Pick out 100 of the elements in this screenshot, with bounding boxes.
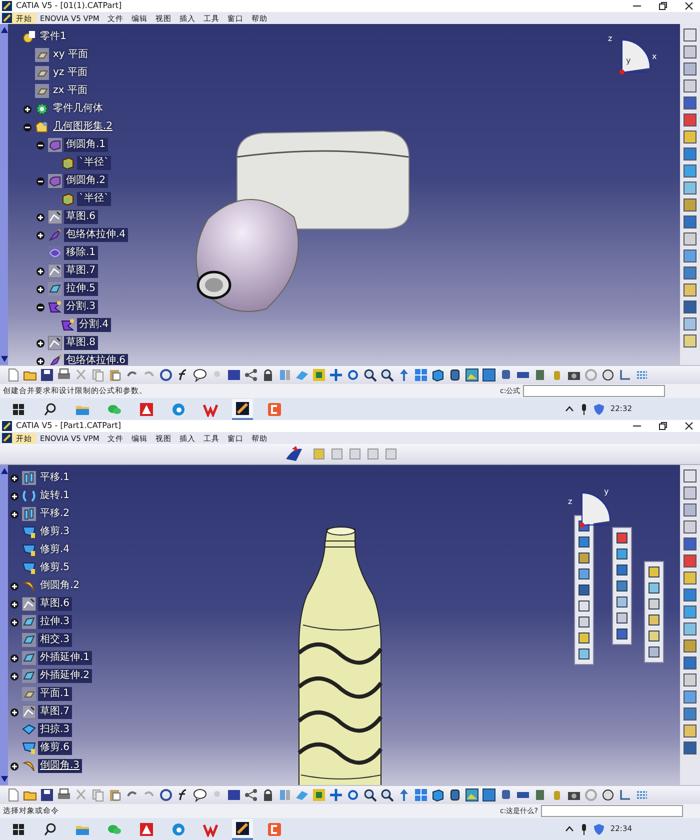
printer-icon[interactable]: [57, 788, 71, 802]
expand-icon[interactable]: [36, 338, 45, 348]
tool-icon[interactable]: [616, 532, 628, 544]
scroll-up-icon[interactable]: [0, 468, 8, 474]
tool-icon[interactable]: [683, 639, 697, 653]
expand-icon[interactable]: [10, 618, 19, 626]
tree-item[interactable]: `半径`: [77, 156, 111, 170]
tool-icon[interactable]: [683, 45, 697, 59]
tool-icon[interactable]: [683, 113, 697, 127]
plane-icon[interactable]: [295, 788, 309, 802]
tree-item[interactable]: 倒圆角.1: [64, 138, 108, 152]
close-icon[interactable]: [684, 421, 694, 431]
grid-icon[interactable]: [312, 368, 326, 382]
plane-icon[interactable]: [295, 368, 309, 382]
grid-icon[interactable]: [312, 788, 326, 802]
tool-icon[interactable]: [616, 596, 628, 608]
tool-icon[interactable]: [683, 249, 697, 263]
expand-icon[interactable]: [23, 104, 32, 114]
caret-icon[interactable]: [565, 405, 574, 413]
zoom-in-icon[interactable]: [363, 788, 377, 802]
collapse-icon[interactable]: [36, 140, 45, 150]
tool-icon[interactable]: [578, 632, 590, 644]
tree-item[interactable]: 零件1: [38, 30, 68, 44]
expand-icon[interactable]: [10, 510, 19, 518]
expand-icon[interactable]: [10, 492, 19, 500]
tool-icon[interactable]: [578, 648, 590, 660]
cylinder-icon[interactable]: [448, 368, 462, 382]
tool-icon[interactable]: [578, 616, 590, 628]
windows-icon[interactable]: [11, 402, 26, 416]
tool-icon[interactable]: [683, 571, 697, 585]
speech-bubble-icon[interactable]: [193, 788, 207, 802]
tool-icon[interactable]: [616, 628, 628, 640]
tool-icon[interactable]: [648, 646, 660, 658]
tool-icon[interactable]: [683, 656, 697, 670]
picture-icon[interactable]: [465, 368, 479, 382]
tool-icon[interactable]: [683, 215, 697, 229]
panel-icon[interactable]: [227, 788, 241, 802]
restore-icon[interactable]: [658, 421, 668, 431]
collapse-icon[interactable]: [36, 302, 45, 312]
triangle-icon[interactable]: [139, 402, 154, 416]
tree-item[interactable]: 草图.8: [64, 336, 98, 350]
tool-icon[interactable]: [683, 198, 697, 212]
tree-item[interactable]: 修剪.5: [38, 561, 72, 575]
tool-icon[interactable]: [683, 724, 697, 738]
expand-icon[interactable]: [36, 356, 45, 365]
tool-icon[interactable]: [683, 554, 697, 568]
tool-icon[interactable]: [578, 536, 590, 548]
tool-icon[interactable]: [578, 600, 590, 612]
shield-icon[interactable]: [594, 404, 604, 414]
tool-icon[interactable]: [683, 283, 697, 297]
tool-icon[interactable]: [683, 164, 697, 178]
tree-item[interactable]: 修剪.3: [38, 525, 72, 539]
expand-icon[interactable]: [10, 654, 19, 662]
zoom-in-icon[interactable]: [363, 368, 377, 382]
tree-item[interactable]: 包络体拉伸.6: [64, 354, 128, 365]
restore-icon[interactable]: [658, 1, 668, 11]
microphone-icon[interactable]: [580, 824, 588, 834]
tree-item[interactable]: 倒圆角.3: [38, 759, 82, 773]
tool-icon[interactable]: [683, 317, 697, 331]
expand-icon[interactable]: [36, 284, 45, 294]
tree-item[interactable]: 拉伸.3: [38, 615, 72, 629]
tree-item[interactable]: `半径`: [77, 192, 111, 206]
expand-icon[interactable]: [10, 672, 19, 680]
tree-item[interactable]: 平面.1: [38, 687, 72, 701]
clipboard-icon[interactable]: [108, 788, 122, 802]
tree-item[interactable]: 草图.7: [64, 264, 98, 278]
tool-icon[interactable]: [578, 584, 590, 596]
expand-icon[interactable]: [10, 708, 19, 716]
command-field[interactable]: [540, 805, 683, 817]
tool-icon[interactable]: [616, 612, 628, 624]
expand-icon[interactable]: [36, 212, 45, 222]
window-grid-icon[interactable]: [414, 788, 428, 802]
picture-icon[interactable]: [482, 368, 496, 382]
tool-icon[interactable]: [648, 614, 660, 626]
expand-icon[interactable]: [10, 600, 19, 608]
tool-icon[interactable]: [683, 673, 697, 687]
tool-icon[interactable]: [683, 79, 697, 93]
tree-item[interactable]: 倒圆角.2: [38, 579, 82, 593]
bracket-icon[interactable]: [267, 822, 282, 836]
tool-icon[interactable]: [648, 630, 660, 642]
tree-item[interactable]: 外插延伸.1: [38, 651, 92, 665]
scrollbar[interactable]: [0, 465, 8, 785]
tree-item[interactable]: 移除.1: [64, 246, 98, 260]
tree-item[interactable]: 零件几何体: [51, 102, 105, 116]
tool-icon[interactable]: [683, 28, 697, 42]
expand-icon[interactable]: [10, 762, 19, 770]
tool-icon[interactable]: [616, 548, 628, 560]
tool-icon[interactable]: [683, 266, 697, 280]
expand-icon[interactable]: [36, 230, 45, 240]
command-field[interactable]: [523, 385, 666, 397]
expand-icon[interactable]: [36, 266, 45, 276]
clipboard-icon[interactable]: [108, 368, 122, 382]
microphone-icon[interactable]: [580, 404, 588, 414]
printer-icon[interactable]: [57, 368, 71, 382]
tool-icon[interactable]: [683, 300, 697, 314]
tool-icon[interactable]: [683, 707, 697, 721]
window-grid-icon[interactable]: [414, 368, 428, 382]
chevron-icon[interactable]: [203, 822, 218, 836]
picture-icon[interactable]: [482, 788, 496, 802]
tree-item[interactable]: 草图.7: [38, 705, 72, 719]
